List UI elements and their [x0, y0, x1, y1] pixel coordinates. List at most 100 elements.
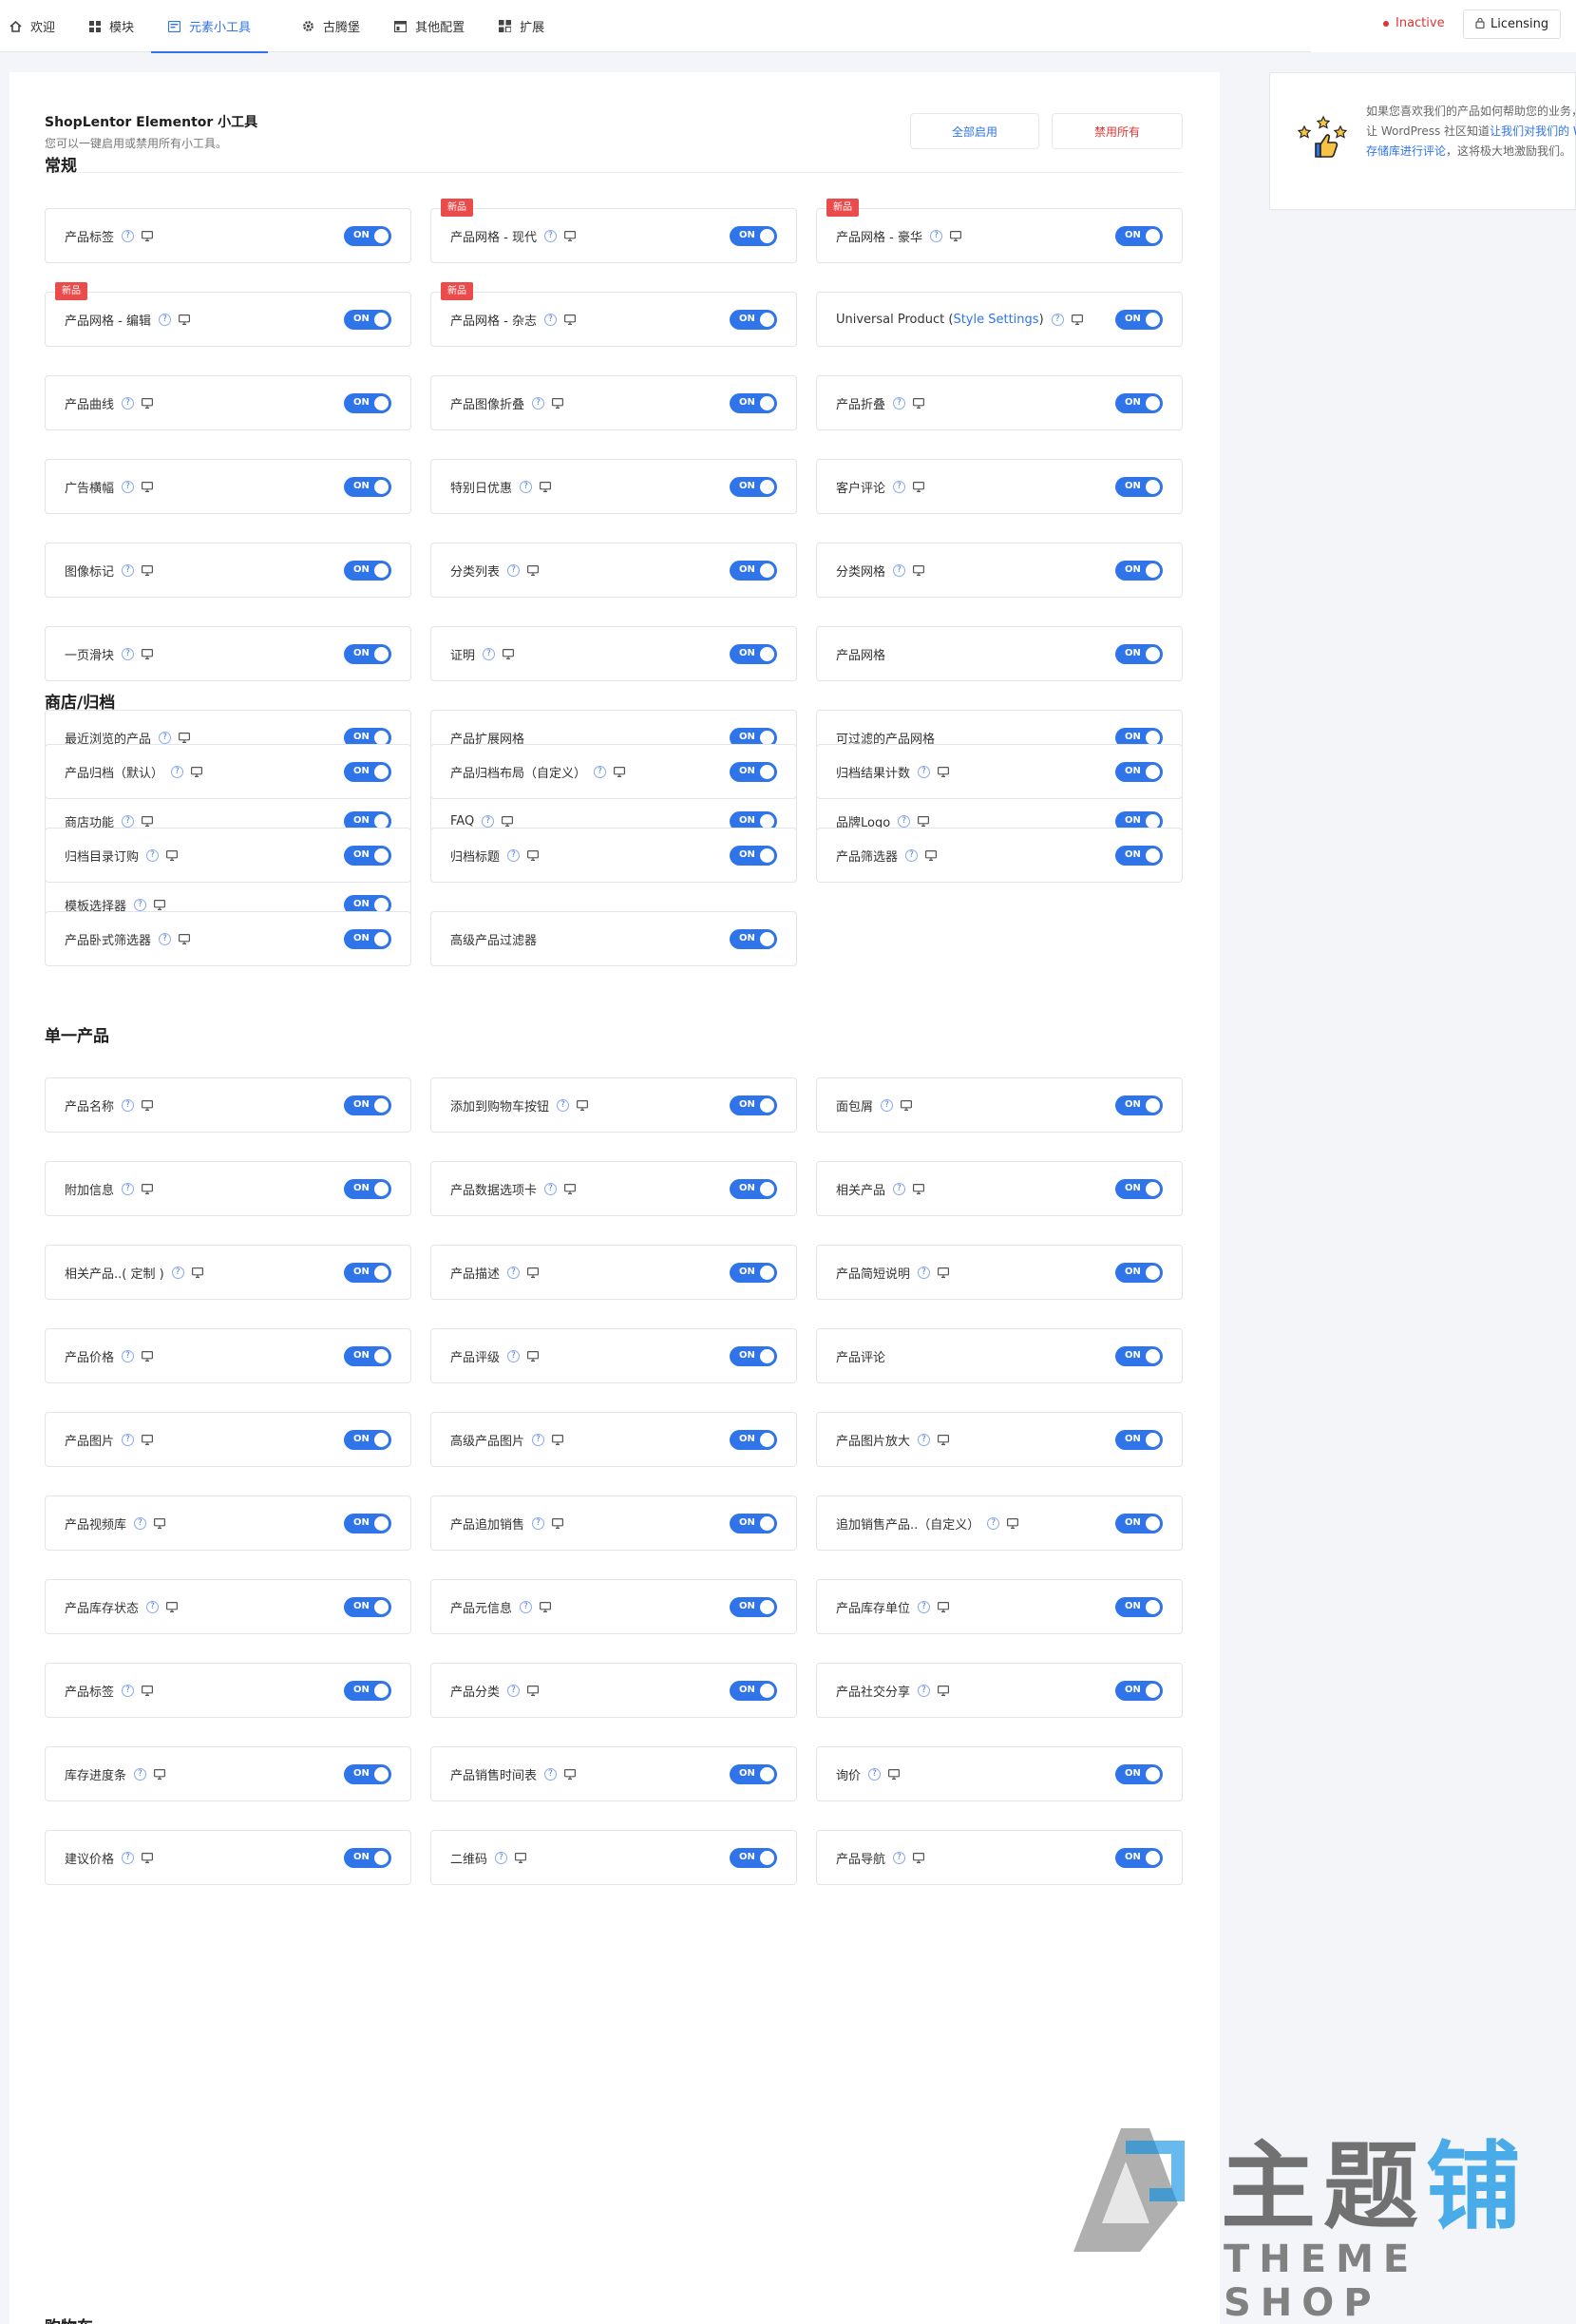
help-icon[interactable]: ?	[532, 1433, 545, 1446]
widget-toggle[interactable]: ON	[344, 477, 391, 497]
widget-toggle[interactable]: ON	[344, 1514, 391, 1533]
monitor-icon[interactable]	[888, 1768, 901, 1780]
widget-toggle[interactable]: ON	[730, 1514, 777, 1533]
monitor-icon[interactable]	[527, 849, 540, 861]
widget-toggle[interactable]: ON	[730, 929, 777, 949]
monitor-icon[interactable]	[1007, 1517, 1019, 1529]
tab-3[interactable]: 古腾堡	[302, 0, 377, 52]
help-icon[interactable]: ?	[893, 1182, 906, 1195]
help-icon[interactable]: ?	[520, 1600, 533, 1613]
widget-toggle[interactable]: ON	[730, 1681, 777, 1701]
help-icon[interactable]: ?	[544, 1767, 558, 1781]
help-icon[interactable]: ?	[893, 563, 906, 577]
widget-toggle[interactable]: ON	[1115, 561, 1163, 581]
tab-2[interactable]: 元素小工具	[151, 0, 269, 53]
widget-toggle[interactable]: ON	[344, 1346, 391, 1366]
widget-toggle[interactable]: ON	[344, 310, 391, 330]
monitor-icon[interactable]	[527, 564, 540, 576]
monitor-icon[interactable]	[938, 1685, 950, 1696]
widget-toggle[interactable]: ON	[1115, 644, 1163, 664]
help-icon[interactable]: ?	[543, 313, 557, 326]
disable-all-button[interactable]: 禁用所有	[1052, 113, 1183, 149]
monitor-icon[interactable]	[179, 933, 191, 944]
monitor-icon[interactable]	[142, 1350, 154, 1362]
enable-all-button[interactable]: 全部启用	[910, 113, 1039, 149]
widget-toggle[interactable]: ON	[1115, 762, 1163, 782]
help-icon[interactable]: ?	[918, 1266, 931, 1279]
monitor-icon[interactable]	[178, 314, 190, 325]
help-icon[interactable]: ?	[543, 229, 557, 242]
widget-toggle[interactable]: ON	[1115, 1681, 1163, 1701]
help-icon[interactable]: ?	[171, 1266, 184, 1279]
monitor-icon[interactable]	[142, 397, 154, 409]
help-icon[interactable]: ?	[893, 1851, 906, 1864]
monitor-icon[interactable]	[901, 1099, 913, 1111]
monitor-icon[interactable]	[925, 849, 938, 861]
widget-toggle[interactable]: ON	[730, 477, 777, 497]
widget-toggle[interactable]: ON	[344, 1430, 391, 1450]
widget-toggle[interactable]: ON	[1115, 393, 1163, 413]
help-icon[interactable]: ?	[918, 1600, 931, 1613]
monitor-icon[interactable]	[142, 1099, 154, 1111]
monitor-icon[interactable]	[142, 648, 154, 659]
help-icon[interactable]: ?	[146, 1600, 160, 1613]
help-icon[interactable]: ?	[122, 563, 135, 577]
widget-toggle[interactable]: ON	[1115, 846, 1163, 866]
style-settings-link[interactable]: Style Settings	[953, 313, 1038, 327]
help-icon[interactable]: ?	[122, 1098, 135, 1112]
widget-toggle[interactable]: ON	[730, 1179, 777, 1199]
help-icon[interactable]: ?	[905, 848, 919, 862]
widget-toggle[interactable]: ON	[1115, 1263, 1163, 1283]
help-icon[interactable]: ?	[122, 1851, 135, 1864]
widget-toggle[interactable]: ON	[730, 846, 777, 866]
monitor-icon[interactable]	[540, 1601, 552, 1612]
monitor-icon[interactable]	[552, 1517, 564, 1529]
monitor-icon[interactable]	[515, 1852, 527, 1863]
help-icon[interactable]: ?	[122, 480, 135, 493]
widget-toggle[interactable]: ON	[344, 1848, 391, 1868]
widget-toggle[interactable]: ON	[1115, 1848, 1163, 1868]
monitor-icon[interactable]	[154, 1517, 166, 1529]
monitor-icon[interactable]	[938, 1601, 950, 1612]
help-icon[interactable]: ?	[893, 480, 906, 493]
help-icon[interactable]: ?	[918, 1684, 931, 1697]
widget-toggle[interactable]: ON	[344, 226, 391, 246]
help-icon[interactable]: ?	[134, 1516, 147, 1530]
widget-toggle[interactable]: ON	[344, 1095, 391, 1115]
help-icon[interactable]: ?	[520, 480, 533, 493]
widget-toggle[interactable]: ON	[1115, 477, 1163, 497]
help-icon[interactable]: ?	[134, 1767, 147, 1781]
help-icon[interactable]: ?	[507, 563, 521, 577]
help-icon[interactable]: ?	[146, 848, 160, 862]
widget-toggle[interactable]: ON	[730, 393, 777, 413]
monitor-icon[interactable]	[938, 1434, 950, 1445]
monitor-icon[interactable]	[503, 648, 515, 659]
monitor-icon[interactable]	[563, 230, 576, 241]
monitor-icon[interactable]	[166, 849, 179, 861]
monitor-icon[interactable]	[552, 1434, 564, 1445]
monitor-icon[interactable]	[949, 230, 961, 241]
monitor-icon[interactable]	[142, 1434, 154, 1445]
widget-toggle[interactable]: ON	[730, 310, 777, 330]
monitor-icon[interactable]	[154, 1768, 166, 1780]
help-icon[interactable]: ?	[594, 765, 607, 778]
help-icon[interactable]: ?	[495, 1851, 508, 1864]
widget-toggle[interactable]: ON	[730, 1430, 777, 1450]
monitor-icon[interactable]	[142, 564, 154, 576]
monitor-icon[interactable]	[913, 397, 925, 409]
monitor-icon[interactable]	[938, 1267, 950, 1278]
monitor-icon[interactable]	[913, 1183, 925, 1194]
tab-5[interactable]: 扩展	[499, 0, 561, 52]
monitor-icon[interactable]	[913, 481, 925, 492]
help-icon[interactable]: ?	[918, 765, 931, 778]
widget-toggle[interactable]: ON	[730, 226, 777, 246]
monitor-icon[interactable]	[142, 1183, 154, 1194]
widget-toggle[interactable]: ON	[344, 929, 391, 949]
monitor-icon[interactable]	[179, 732, 191, 743]
help-icon[interactable]: ?	[483, 647, 496, 660]
help-icon[interactable]: ?	[171, 765, 184, 778]
help-icon[interactable]: ?	[893, 396, 906, 410]
tab-4[interactable]: 其他配置	[394, 0, 482, 52]
help-icon[interactable]: ?	[507, 1349, 521, 1362]
help-icon[interactable]: ?	[507, 1684, 521, 1697]
